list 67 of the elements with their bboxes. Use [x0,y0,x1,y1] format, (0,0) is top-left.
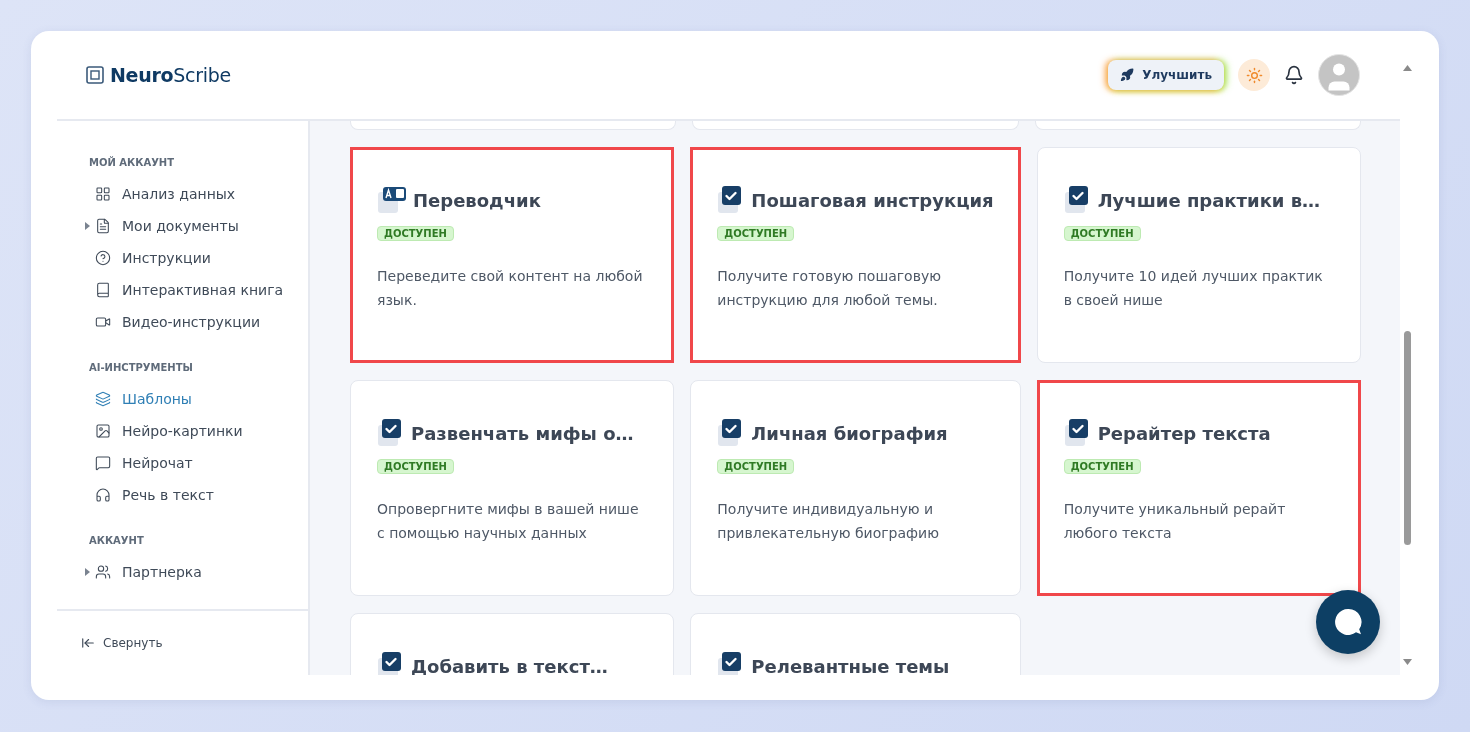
chat-bubble-icon [1332,606,1364,638]
sidebar-item[interactable]: Анализ данных [85,178,308,210]
scroll-down-icon [1402,659,1412,665]
card-title: Лучшие практики в… [1097,189,1321,211]
layers-icon [95,391,111,407]
sidebar-item[interactable]: Шаблоны [85,383,308,415]
theme-toggle-button[interactable] [1238,59,1270,91]
card-title: Переводчик [413,189,541,211]
users-icon [95,564,111,580]
section-heading: AI-ИНСТРУМЕНТЫ [89,362,194,373]
status-badge: ДОСТУПЕН [377,459,454,474]
headphones-icon [95,487,111,503]
sidebar-item[interactable]: Инструкции [85,242,308,274]
status-badge: ДОСТУПЕН [1063,459,1141,474]
sidebar-item[interactable]: Нейро-картинки [85,415,308,447]
book-icon [95,282,111,298]
video-camera-icon [95,314,111,330]
rocket-icon [1120,68,1135,82]
sun-icon [1245,66,1263,84]
chat-icon [95,455,111,471]
template-card[interactable]: Переводчик ДОСТУПЕН Переведите свой контент на любой язык. [350,147,675,363]
card-description: Получите индивидуальную и привлекательную биографию [717,500,940,543]
translate-icon [377,185,407,215]
status-badge: ДОСТУПЕН [717,459,795,474]
collapse-icon [81,636,95,650]
sidebar-item[interactable]: Видео-инструкции [85,306,308,338]
template-card[interactable]: Добавить в текст… [350,613,675,675]
section-heading: АККАУНТ [89,535,145,546]
card-description: Переведите свой контент на любой язык. [377,267,644,310]
status-badge: ДОСТУПЕН [377,226,454,241]
upgrade-button[interactable]: Улучшить [1108,60,1224,90]
card-description: Получите уникальный рерайт любого текста [1063,500,1287,543]
notifications-button[interactable] [1284,65,1304,85]
image-icon [95,423,111,439]
section-heading: МОЙ АККАУНТ [89,157,176,168]
bell-icon [1284,65,1304,85]
card-title: Развенчать мифы о… [411,422,634,444]
template-card[interactable]: Рерайтер текста ДОСТУПЕН Получите уникальный рерайт любого текста [1036,380,1361,596]
card-title: Рерайтер текста [1097,422,1271,444]
logo-icon [86,66,104,84]
template-card[interactable]: Личная биография ДОСТУПЕН Получите индивидуальную и привлекательную биографию [690,380,1021,596]
sidebar-item[interactable]: Речь в текст [85,479,308,511]
template-card[interactable]: Лучшие практики в… ДОСТУПЕН Получите 10 идей лучших практик в своей нише [1036,147,1361,363]
document-icon [95,218,111,234]
scroll-up-icon [1402,65,1412,71]
card-title: Добавить в текст… [411,655,608,675]
card-description: Получите готовую пошаговую инструкцию для любой темы. [717,267,942,310]
sidebar-item[interactable]: Нейрочат [85,447,308,479]
scrollbar-thumb[interactable] [1404,331,1411,545]
collapse-button[interactable]: Свернуть [81,636,163,650]
sidebar-item[interactable]: Интерактивная книга [85,274,308,306]
status-badge: ДОСТУПЕН [1063,226,1141,241]
card-description: Получите 10 идей лучших практик в своей нише [1063,267,1324,310]
card-title: Личная биография [751,422,948,444]
sidebar-item[interactable]: Партнерка [85,556,308,588]
template-card[interactable]: Пошаговая инструкция ДОСТУПЕН Получите готовую пошаговую инструкцию для любой темы. [690,147,1021,363]
template-card[interactable]: Развенчать мифы о… ДОСТУПЕН Опровергните мифы в вашей нише с помощью научных данных [350,380,675,596]
template-card[interactable]: Релевантные темы [690,613,1021,675]
status-badge: ДОСТУПЕН [717,226,795,241]
help-icon [95,250,111,266]
card-title: Пошаговая инструкция [751,189,994,211]
avatar[interactable] [1318,54,1360,96]
sidebar-item[interactable]: Мои документы [85,210,308,242]
card-title: Релевантные темы [751,655,950,675]
logo-text: NeuroScribe [110,64,231,86]
grid-icon [95,186,111,202]
card-description: Опровергните мифы в вашей нише с помощью научных данных [377,500,640,543]
